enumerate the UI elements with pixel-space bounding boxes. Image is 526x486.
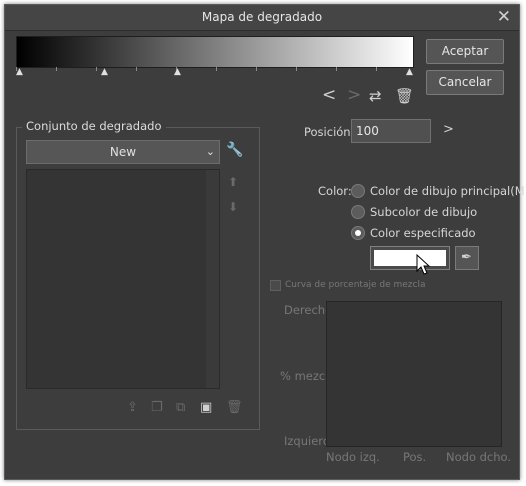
gradient-stop-marker-selected[interactable]: ▲ [406,68,413,77]
title-bar: Mapa de degradado ✕ [5,5,519,31]
dialog-title: Mapa de degradado [201,10,323,24]
gradient-set-value: New [109,145,137,159]
chevron-down-icon: ⌄ [205,145,215,158]
mix-curve-graph[interactable] [326,301,502,447]
gradient-stop-marker[interactable]: ▲ [101,68,108,77]
new-set-icon[interactable]: ❐ [151,400,163,415]
gradient-preview-bar[interactable] [16,36,414,68]
radio-main-color[interactable] [351,184,365,198]
move-up-icon[interactable]: ⬆ [228,175,238,190]
accept-button[interactable]: Aceptar [426,39,504,64]
import-icon[interactable]: ⇪ [127,400,138,415]
mouse-cursor-icon [416,254,430,275]
radio-specified-color-label: Color especificado [370,226,476,240]
gradient-list[interactable] [26,169,220,389]
add-gradient-icon[interactable]: ▣ [200,400,212,415]
gradient-stop-marker[interactable]: ▲ [174,68,181,77]
mix-curve-checkbox[interactable] [270,280,281,291]
gradient-set-label: Conjunto de degradado [22,119,166,133]
color-swatch[interactable] [370,246,450,270]
gradient-set-select[interactable]: New ⌄ [26,140,220,164]
radio-sub-color[interactable] [351,205,365,219]
move-down-icon[interactable]: ⬇ [228,200,238,215]
position-arrow-icon[interactable]: > [443,122,454,137]
mix-curve-label: Curva de porcentaje de mezcla [285,280,426,290]
next-stop-icon[interactable]: > [347,87,361,104]
gradient-ticks [16,67,412,71]
position-label: Posición: [304,125,355,139]
swatch-fill [374,250,446,266]
color-label: Color: [318,184,352,198]
cancel-button[interactable]: Cancelar [426,70,504,95]
gradient-stop-marker[interactable]: ▲ [16,68,23,77]
flip-gradient-icon[interactable]: ⇄ [369,89,382,104]
eyedropper-icon: ✒ [461,250,472,265]
eyedropper-button[interactable]: ✒ [455,246,479,270]
right-node-label: Nodo dcho. [446,450,512,464]
position-input[interactable]: 100 [351,119,431,143]
delete-gradient-icon[interactable]: 🗑 [226,400,243,415]
left-node-label: Nodo izq. [326,450,380,464]
previous-stop-icon[interactable]: < [322,87,336,104]
curve-right-label: Derecho [284,303,333,317]
radio-main-color-label: Color de dibujo principal(M) [370,184,526,198]
duplicate-icon[interactable]: ⧉ [176,400,185,415]
radio-sub-color-label: Subcolor de dibujo [370,205,478,219]
radio-specified-color[interactable] [351,226,365,240]
wrench-icon[interactable]: 🔧 [226,143,243,158]
close-icon[interactable]: ✕ [497,7,511,27]
delete-stop-icon[interactable]: 🗑 [395,89,414,104]
position-node-label: Pos. [403,450,427,464]
gradient-list-scrollbar[interactable] [206,170,219,388]
